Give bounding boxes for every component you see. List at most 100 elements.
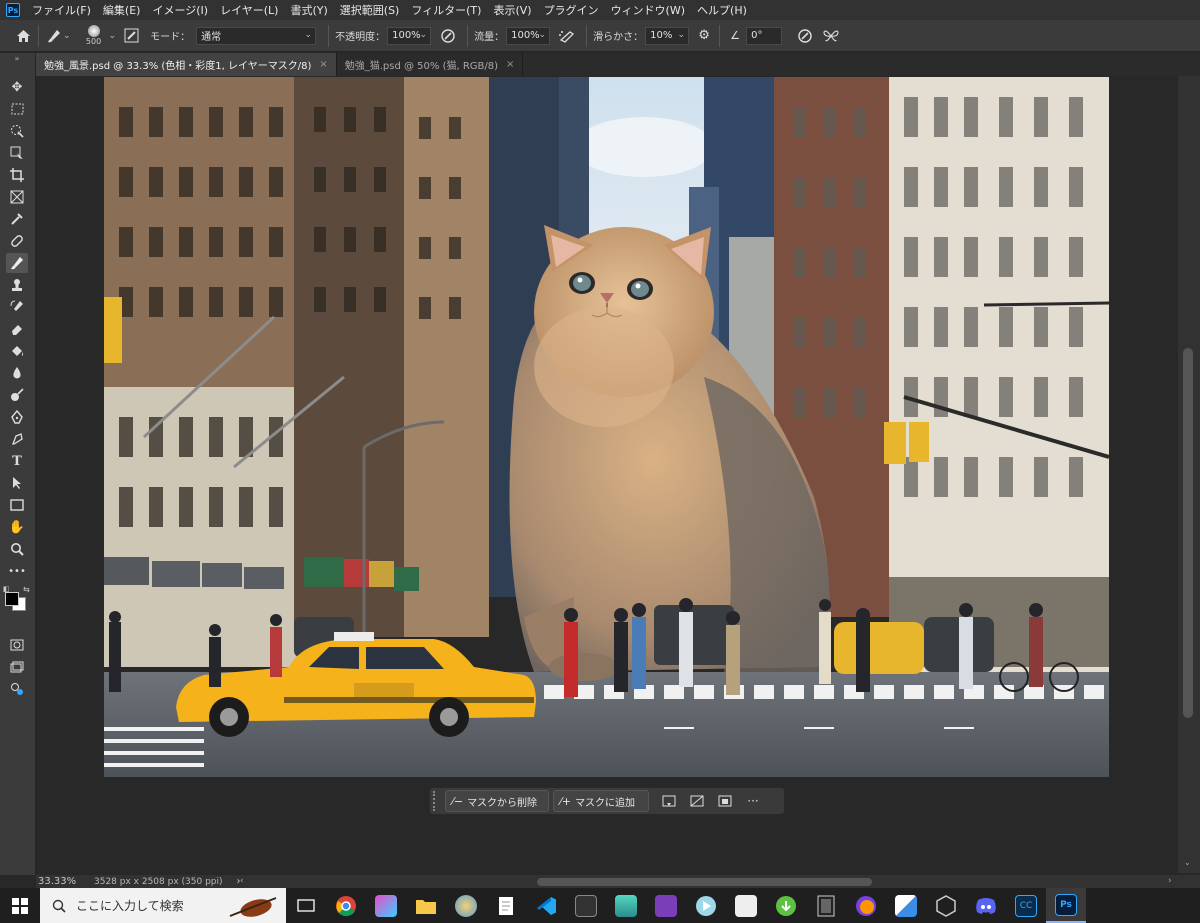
scroll-left-arrow-icon[interactable]: ‹ bbox=[240, 876, 244, 886]
history-brush-tool-icon[interactable] bbox=[6, 297, 28, 317]
discord-icon[interactable] bbox=[966, 888, 1006, 923]
tab-landscape-document[interactable]: 勉強_風景.psd @ 33.3% (色相・彩度1, レイヤーマスク/8) × bbox=[36, 53, 337, 76]
windows-start-icon[interactable] bbox=[0, 888, 40, 923]
film-app-icon[interactable] bbox=[806, 888, 846, 923]
brush-panel-icon[interactable] bbox=[122, 27, 140, 45]
clone-stamp-tool-icon[interactable] bbox=[6, 275, 28, 295]
drag-handle-icon[interactable] bbox=[433, 791, 441, 811]
airbrush-icon[interactable] bbox=[558, 27, 576, 45]
edit-toolbar-icon[interactable] bbox=[6, 679, 28, 699]
opacity-field[interactable]: 100% ⌄ bbox=[387, 26, 432, 45]
rectangle-tool-icon[interactable] bbox=[6, 495, 28, 515]
menu-edit[interactable]: 編集(E) bbox=[97, 2, 147, 18]
swap-colors-icon[interactable]: ⇆ bbox=[23, 585, 30, 594]
editor-app-icon[interactable] bbox=[886, 888, 926, 923]
photoshop-taskbar-icon[interactable]: Ps bbox=[1046, 888, 1086, 923]
chevron-down-icon[interactable]: ⌄ bbox=[109, 31, 117, 41]
horizontal-scrollbar[interactable]: ‹ › bbox=[240, 876, 1200, 888]
zoom-tool-icon[interactable] bbox=[6, 539, 28, 559]
vertical-scrollbar[interactable]: ⌄ bbox=[1178, 76, 1200, 873]
crop-tool-icon[interactable] bbox=[6, 165, 28, 185]
photo-app-icon[interactable] bbox=[366, 888, 406, 923]
menu-filter[interactable]: フィルター(T) bbox=[405, 2, 487, 18]
color-swatches[interactable]: ◧ ⇆ bbox=[3, 585, 33, 611]
more-tools-icon[interactable]: ••• bbox=[6, 561, 28, 581]
type-tool-icon[interactable]: T bbox=[6, 451, 28, 471]
terminal-icon[interactable] bbox=[566, 888, 606, 923]
close-icon[interactable]: × bbox=[319, 59, 327, 70]
creative-cloud-icon[interactable]: CC bbox=[1006, 888, 1046, 923]
scroll-right-arrow-icon[interactable]: › bbox=[1168, 876, 1172, 886]
taskbar-search-box[interactable]: ここに入力して検索 bbox=[40, 888, 286, 923]
pen-tool-icon[interactable] bbox=[6, 407, 28, 427]
pressure-opacity-icon[interactable] bbox=[439, 27, 457, 45]
blur-tool-icon[interactable] bbox=[6, 363, 28, 383]
close-icon[interactable]: × bbox=[506, 59, 514, 70]
quick-mask-icon[interactable] bbox=[6, 635, 28, 655]
collapse-chevron-icon[interactable]: » bbox=[6, 53, 28, 63]
hand-tool-icon[interactable]: ✋ bbox=[6, 517, 28, 537]
invert-mask-icon[interactable] bbox=[683, 790, 711, 812]
marquee-tool-icon[interactable] bbox=[6, 99, 28, 119]
gear-icon[interactable]: ⚙ bbox=[695, 27, 713, 45]
brush-preset-icon[interactable] bbox=[45, 27, 63, 45]
media-player-icon[interactable] bbox=[686, 888, 726, 923]
eyedropper-tool-icon[interactable] bbox=[6, 209, 28, 229]
paint-app-icon[interactable] bbox=[446, 888, 486, 923]
home-icon[interactable] bbox=[14, 27, 32, 45]
file-explorer-icon[interactable] bbox=[406, 888, 446, 923]
menu-view[interactable]: 表示(V) bbox=[487, 2, 537, 18]
more-options-icon[interactable]: ··· bbox=[739, 790, 767, 812]
scroll-down-arrow-icon[interactable]: ⌄ bbox=[1184, 858, 1191, 867]
path-select-tool-icon[interactable] bbox=[6, 473, 28, 493]
menu-type[interactable]: 書式(Y) bbox=[284, 2, 333, 18]
chevron-down-icon[interactable]: ⌄ bbox=[63, 31, 71, 41]
subtract-from-mask-button[interactable]: ⁄− マスクから削除 bbox=[445, 790, 549, 812]
screen-mode-icon[interactable] bbox=[6, 657, 28, 677]
menu-file[interactable]: ファイル(F) bbox=[26, 2, 97, 18]
healing-brush-tool-icon[interactable] bbox=[6, 231, 28, 251]
mode-dropdown[interactable]: 通常 ⌄ bbox=[196, 26, 317, 45]
mask-options-icon[interactable] bbox=[655, 790, 683, 812]
brush-size-picker[interactable]: 500 bbox=[79, 25, 109, 46]
tab-cat-document[interactable]: 勉強_猫.psd @ 50% (猫, RGB/8) × bbox=[337, 53, 524, 76]
menu-image[interactable]: イメージ(I) bbox=[146, 2, 214, 18]
symmetry-butterfly-icon[interactable] bbox=[822, 27, 840, 45]
object-select-tool-icon[interactable] bbox=[6, 143, 28, 163]
paint-bucket-tool-icon[interactable] bbox=[6, 341, 28, 361]
firefox-icon[interactable] bbox=[846, 888, 886, 923]
quick-select-tool-icon[interactable] bbox=[6, 121, 28, 141]
move-tool-icon[interactable]: ✥ bbox=[6, 77, 28, 97]
frame-tool-icon[interactable] bbox=[6, 187, 28, 207]
pen-curvature-tool-icon[interactable] bbox=[6, 429, 28, 449]
cloud-app-icon[interactable] bbox=[766, 888, 806, 923]
menu-plugins[interactable]: プラグイン bbox=[538, 2, 605, 18]
character-app-icon[interactable] bbox=[606, 888, 646, 923]
smoothing-field[interactable]: 10% ⌄ bbox=[645, 26, 690, 45]
vscode-icon[interactable] bbox=[526, 888, 566, 923]
music-app-icon[interactable] bbox=[726, 888, 766, 923]
purple-app-icon[interactable] bbox=[646, 888, 686, 923]
brush-tool-icon[interactable] bbox=[6, 253, 28, 273]
menu-layer[interactable]: レイヤー(L) bbox=[214, 2, 284, 18]
unity-icon[interactable] bbox=[926, 888, 966, 923]
chrome-icon[interactable] bbox=[326, 888, 366, 923]
document-canvas[interactable] bbox=[104, 77, 1109, 777]
menu-help[interactable]: ヘルプ(H) bbox=[691, 2, 753, 18]
vertical-scroll-thumb[interactable] bbox=[1183, 348, 1193, 718]
horizontal-scroll-thumb[interactable] bbox=[537, 878, 872, 886]
notepad-icon[interactable] bbox=[486, 888, 526, 923]
zoom-level[interactable]: 33.33% bbox=[38, 876, 90, 887]
dodge-tool-icon[interactable] bbox=[6, 385, 28, 405]
angle-field[interactable]: 0° bbox=[746, 26, 783, 45]
pressure-size-icon[interactable] bbox=[796, 27, 814, 45]
task-view-icon[interactable] bbox=[286, 888, 326, 923]
menu-window[interactable]: ウィンドウ(W) bbox=[605, 2, 691, 18]
menu-select[interactable]: 選択範囲(S) bbox=[334, 2, 406, 18]
add-to-mask-button[interactable]: ⁄+ マスクに追加 bbox=[553, 790, 649, 812]
search-icon bbox=[52, 899, 66, 913]
mask-fill-icon[interactable] bbox=[711, 790, 739, 812]
flow-field[interactable]: 100% ⌄ bbox=[506, 26, 551, 45]
eraser-tool-icon[interactable] bbox=[6, 319, 28, 339]
foreground-color-swatch[interactable] bbox=[5, 592, 19, 606]
